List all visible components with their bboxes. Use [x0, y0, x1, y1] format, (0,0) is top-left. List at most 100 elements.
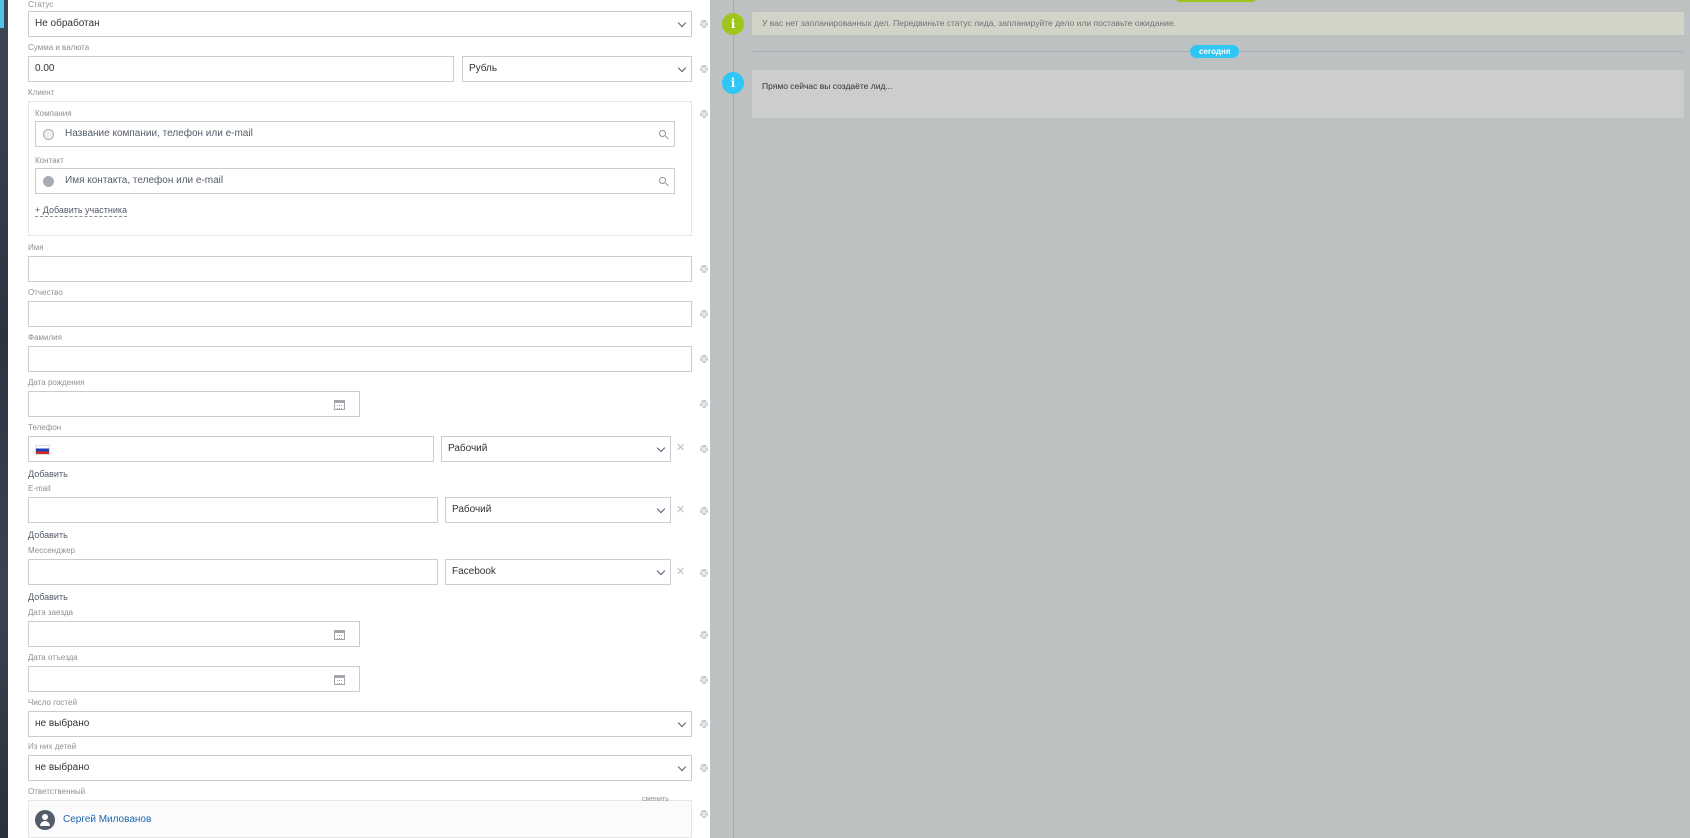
messenger-type-value: Facebook — [452, 566, 496, 577]
first-name-label: Имя — [28, 243, 44, 252]
status-value: Не обработан — [35, 18, 100, 29]
add-email-link[interactable]: Добавить — [28, 530, 68, 540]
last-name-input[interactable] — [28, 346, 692, 372]
amount-label: Сумма и валюта — [28, 43, 90, 52]
contact-search-input[interactable]: Имя контакта, телефон или e-mail — [35, 168, 675, 194]
change-responsible-link[interactable]: сменить — [642, 796, 669, 803]
user-icon — [43, 176, 54, 187]
messenger-label: Мессенджер — [28, 546, 75, 555]
gear-icon[interactable] — [700, 265, 708, 273]
today-badge: сегодня — [1190, 45, 1240, 58]
info-icon: i — [722, 72, 744, 94]
gear-icon[interactable] — [700, 676, 708, 684]
email-input[interactable] — [28, 497, 438, 523]
status-select[interactable]: Не обработан — [28, 11, 692, 37]
close-icon[interactable]: ✕ — [676, 505, 685, 516]
guests-label: Число гостей — [28, 698, 77, 707]
currency-select[interactable]: Рубль — [462, 56, 692, 82]
responsible-label: Ответственный — [28, 787, 86, 796]
email-type-value: Рабочий — [452, 504, 492, 515]
children-select[interactable]: не выбрано — [28, 755, 692, 781]
add-button[interactable] — [1176, 0, 1256, 2]
children-value: не выбрано — [35, 762, 90, 773]
messenger-type-select[interactable]: Facebook — [445, 559, 671, 585]
search-icon[interactable] — [659, 130, 666, 137]
close-icon[interactable]: ✕ — [676, 567, 685, 578]
client-block: Компания Название компании, телефон или … — [28, 101, 692, 236]
chevron-down-icon — [656, 566, 666, 576]
guests-select[interactable]: не выбрано — [28, 711, 692, 737]
gear-icon[interactable] — [700, 355, 708, 363]
status-label: Статус — [28, 0, 54, 9]
gear-icon[interactable] — [700, 569, 708, 577]
departure-date-input[interactable] — [28, 666, 360, 692]
departure-date-label: Дата отъезда — [28, 653, 78, 662]
avatar[interactable] — [35, 810, 55, 830]
chevron-down-icon — [656, 443, 666, 453]
gear-icon[interactable] — [700, 720, 708, 728]
gear-icon[interactable] — [700, 445, 708, 453]
gear-icon[interactable] — [700, 20, 708, 28]
add-participant-link[interactable]: + Добавить участника — [35, 205, 127, 217]
timeline-line — [733, 0, 734, 838]
phone-input[interactable] — [28, 436, 434, 462]
currency-value: Рубль — [469, 63, 498, 74]
event-text: Прямо сейчас вы создаёте лид... — [762, 81, 893, 91]
gear-icon[interactable] — [700, 400, 708, 408]
responsible-block: сменить Сергей Милованов — [28, 796, 692, 838]
gear-icon[interactable] — [700, 764, 708, 772]
last-name-label: Фамилия — [28, 333, 62, 342]
company-label: Компания — [35, 109, 72, 118]
avatar-head — [42, 814, 48, 820]
amount-value: 0.00 — [35, 63, 55, 74]
gear-icon[interactable] — [700, 810, 708, 818]
add-messenger-link[interactable]: Добавить — [28, 592, 68, 602]
calendar-icon[interactable] — [334, 400, 345, 410]
middle-name-label: Отчество — [28, 288, 63, 297]
company-icon — [43, 129, 54, 140]
contact-placeholder: Имя контакта, телефон или e-mail — [65, 175, 224, 186]
email-type-select[interactable]: Рабочий — [445, 497, 671, 523]
phone-label: Телефон — [28, 423, 62, 432]
calendar-icon[interactable] — [334, 675, 345, 685]
chevron-down-icon — [677, 63, 687, 73]
middle-name-input[interactable] — [28, 301, 692, 327]
background-accent — [0, 0, 4, 28]
russia-flag-icon[interactable] — [35, 445, 50, 455]
messenger-input[interactable] — [28, 559, 438, 585]
client-label: Клиент — [28, 88, 55, 97]
children-label: Из них детей — [28, 742, 77, 751]
phone-type-select[interactable]: Рабочий — [441, 436, 671, 462]
guests-value: не выбрано — [35, 718, 90, 729]
close-icon[interactable]: ✕ — [676, 443, 685, 454]
chevron-down-icon — [677, 18, 687, 28]
add-phone-link[interactable]: Добавить — [28, 469, 68, 479]
first-name-input[interactable] — [28, 256, 692, 282]
phone-type-value: Рабочий — [448, 443, 488, 454]
company-placeholder: Название компании, телефон или e-mail — [65, 128, 253, 139]
calendar-icon[interactable] — [334, 630, 345, 640]
gear-icon[interactable] — [700, 631, 708, 639]
email-label: E-mail — [28, 484, 51, 493]
gear-icon[interactable] — [700, 507, 708, 515]
chevron-down-icon — [677, 762, 687, 772]
arrival-date-input[interactable] — [28, 621, 360, 647]
amount-input[interactable]: 0.00 — [28, 56, 454, 82]
event-block: Прямо сейчас вы создаёте лид... — [752, 70, 1684, 118]
lead-form-panel: Статус Не обработан Сумма и валюта 0.00 … — [8, 0, 710, 838]
company-search-input[interactable]: Название компании, телефон или e-mail — [35, 121, 675, 147]
gear-icon[interactable] — [700, 110, 708, 118]
gear-icon[interactable] — [700, 65, 708, 73]
responsible-name-link[interactable]: Сергей Милованов — [63, 814, 151, 825]
avatar-body — [40, 821, 50, 826]
info-icon: i — [722, 13, 744, 35]
arrival-date-label: Дата заезда — [28, 608, 73, 617]
contact-label: Контакт — [35, 156, 64, 165]
birth-date-label: Дата рождения — [28, 378, 85, 387]
gear-icon[interactable] — [700, 310, 708, 318]
chevron-down-icon — [677, 718, 687, 728]
notice-block: У вас нет запланированных дел. Передвинь… — [752, 12, 1684, 35]
birth-date-input[interactable] — [28, 391, 360, 417]
chevron-down-icon — [656, 504, 666, 514]
search-icon[interactable] — [659, 177, 666, 184]
